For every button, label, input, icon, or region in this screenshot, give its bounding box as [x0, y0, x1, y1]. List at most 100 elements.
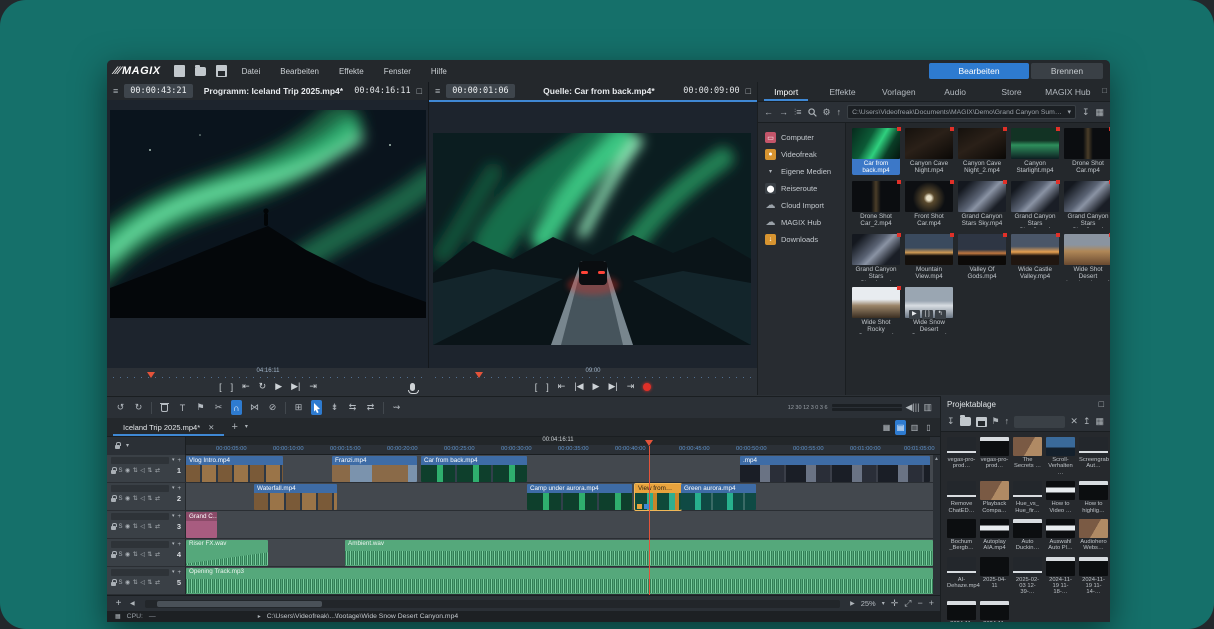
pan-icon[interactable]: ⇅	[147, 467, 152, 474]
media-item[interactable]: Car from back.mp4	[852, 128, 900, 175]
object-select-icon[interactable]: ⊞	[293, 400, 304, 415]
play-icon[interactable]: ▶	[593, 381, 600, 392]
fullscreen-icon[interactable]: □	[417, 87, 422, 96]
track-header[interactable]: ▾+ S◉⇅◁⇅⇄2	[107, 483, 186, 510]
swap-icon[interactable]: ⇄	[155, 579, 160, 586]
timeline-audio-clip[interactable]: Opening Track.mp3	[186, 568, 933, 594]
project-tab[interactable]: Iceland Trip 2025.mp4* ✕	[113, 418, 224, 436]
pan-tool-icon[interactable]: ✛	[891, 599, 899, 608]
playhead[interactable]	[649, 446, 650, 595]
media-item[interactable]: Valley Of Gods.mp4	[958, 234, 1006, 281]
zoom-value[interactable]: 25%	[861, 599, 876, 608]
next-frame-icon[interactable]: ▶|	[608, 381, 617, 392]
media-item[interactable]: Grand Canyon Stars Sky.mp4	[958, 181, 1006, 228]
ruler-dropdown-icon[interactable]: ▾	[126, 443, 129, 449]
close-tab-icon[interactable]: ✕	[208, 423, 214, 432]
grid-view-icon[interactable]: ▦	[1095, 108, 1104, 117]
source-timecode[interactable]: 00:00:01:06	[446, 84, 514, 98]
view-timeline-icon[interactable]: ▤	[895, 420, 906, 435]
timeline-clip[interactable]: .mp4	[740, 456, 930, 482]
track-header[interactable]: ▾+ S◉⇅◁⇅⇄1	[107, 455, 186, 482]
program-video[interactable]	[110, 110, 426, 318]
lock-icon[interactable]	[115, 445, 120, 449]
projekt-item[interactable]: 2025-04-11	[980, 557, 1009, 596]
add-track-icon[interactable]: +	[177, 458, 181, 464]
up-icon[interactable]: ↑	[1005, 417, 1010, 426]
add-track-icon[interactable]: +	[177, 570, 181, 576]
timeline-audio-clip[interactable]: Ambient.wav	[345, 540, 933, 566]
mute-icon[interactable]: ◉	[125, 551, 130, 558]
projekt-item[interactable]: Audiohero Webs…	[1079, 519, 1108, 552]
projekt-item[interactable]: vegas-pro-prod…	[980, 437, 1009, 476]
solo-icon[interactable]: S	[119, 580, 123, 586]
play-icon[interactable]: ▶	[275, 381, 282, 392]
undo-icon[interactable]: ↺	[115, 400, 126, 415]
media-item[interactable]: Mountain View.mp4	[905, 234, 953, 281]
projekt-search-input[interactable]	[1014, 416, 1065, 428]
settings-icon[interactable]: ⚙	[823, 108, 831, 117]
mode-burn-button[interactable]: Brennen	[1031, 63, 1103, 79]
title-icon[interactable]: T	[177, 400, 188, 415]
media-item[interactable]: Grand Canyon Stars Sky_2.mp4	[1011, 181, 1059, 228]
media-item[interactable]: Canyon Starlight.mp4	[1011, 128, 1059, 175]
lock-icon[interactable]	[111, 498, 116, 502]
grid-view-icon[interactable]: ▦	[1095, 417, 1104, 426]
projekt-item[interactable]: Bochum _Bergb…	[947, 519, 976, 552]
sidebar-item-downloads[interactable]: ↓Downloads	[758, 231, 845, 248]
chevron-down-icon[interactable]: ▾	[172, 570, 175, 575]
program-timecode[interactable]: 00:00:43:21	[124, 84, 192, 98]
projekt-item[interactable]: 2024-11-19 10-09-…	[980, 601, 1009, 622]
timeline-ruler[interactable]: ▾ 00:04:16:11 00:00:05:00 00:00:10:00 00…	[107, 437, 940, 455]
media-item[interactable]: Drone Shot Car.mp4	[1064, 128, 1110, 175]
folder-up-icon[interactable]: ↑	[837, 108, 842, 117]
projekt-item[interactable]: How to Video …	[1046, 481, 1075, 514]
import-icon[interactable]: ↧	[1082, 108, 1090, 117]
pan-icon[interactable]: ⇅	[147, 495, 152, 502]
volume-icon[interactable]: ◁	[140, 551, 145, 558]
track-lane[interactable]: Riser FX.wav Ambient.wav	[186, 539, 940, 566]
scroll-left-icon[interactable]: ◀	[130, 601, 135, 607]
jump-end-icon[interactable]: ⇥	[627, 381, 635, 392]
sidebar-item-magix-hub[interactable]: ☁MAGIX Hub	[758, 214, 845, 231]
jump-start-icon[interactable]: ⇤	[242, 381, 250, 392]
swap-icon[interactable]: ⇄	[155, 523, 160, 530]
projekt-item[interactable]: Playback Compa…	[980, 481, 1009, 514]
source-video[interactable]	[433, 133, 751, 345]
prev-frame-icon[interactable]: |◀	[574, 381, 583, 392]
track-height-icon[interactable]: ⇅	[133, 579, 138, 586]
tab-effekte[interactable]: Effekte	[814, 82, 870, 101]
view-scene-icon[interactable]: ▯	[923, 420, 934, 435]
timeline-clip[interactable]: Car from back.mp4	[421, 456, 527, 482]
speaker-icon[interactable]: ◀|||	[906, 403, 920, 412]
media-item[interactable]: Wide Shot Desert Landmark .mp4	[1064, 234, 1110, 281]
loop-icon[interactable]: ↻	[259, 381, 267, 392]
timeline-clip[interactable]: Green aurora.mp4	[681, 484, 756, 510]
track-lane[interactable]: Waterfall.mp4 Camp under aurora.mp4 View…	[186, 483, 940, 510]
tracks-scrollbar[interactable]: ▲	[933, 455, 940, 595]
open-project-icon[interactable]	[195, 67, 206, 76]
new-project-icon[interactable]	[174, 65, 185, 77]
projekt-item[interactable]: 2025-02-03 12-39-…	[1013, 557, 1042, 596]
tab-audio[interactable]: Audio	[927, 82, 983, 101]
clear-icon[interactable]: ✕	[1070, 417, 1078, 426]
add-tab-icon[interactable]: +	[231, 422, 237, 433]
menu-effekte[interactable]: Effekte	[331, 67, 372, 76]
solo-icon[interactable]: S	[119, 552, 123, 558]
timeline-clip-selected[interactable]: View from…	[635, 484, 681, 510]
swap-icon[interactable]: ⇄	[155, 495, 160, 502]
range-in-icon[interactable]: [	[219, 382, 222, 392]
track-header[interactable]: ▾+ S◉⇅◁⇅⇄3	[107, 511, 186, 538]
fit-project-icon[interactable]: ⤢	[904, 599, 911, 608]
tab-dropdown-icon[interactable]: ▾	[245, 424, 248, 430]
zoom-dropdown-icon[interactable]: ▾	[882, 601, 885, 607]
track-height-icon[interactable]: ⇅	[133, 467, 138, 474]
lock-icon[interactable]	[111, 554, 116, 558]
media-item[interactable]: Wide Shot Rocky Canyon.mp4	[852, 287, 900, 334]
track-height-icon[interactable]: ⇅	[133, 551, 138, 558]
zoom-in-icon[interactable]: +	[929, 599, 934, 608]
sidebar-item-cloud-import[interactable]: ☁Cloud Import	[758, 197, 845, 214]
media-item[interactable]: Grand Canyon Stars Sky_3.mp4	[1064, 181, 1110, 228]
volume-icon[interactable]: ◁	[140, 495, 145, 502]
timeline-clip[interactable]: Camp under aurora.mp4	[527, 484, 632, 510]
export-icon[interactable]: ↥	[1083, 417, 1091, 426]
